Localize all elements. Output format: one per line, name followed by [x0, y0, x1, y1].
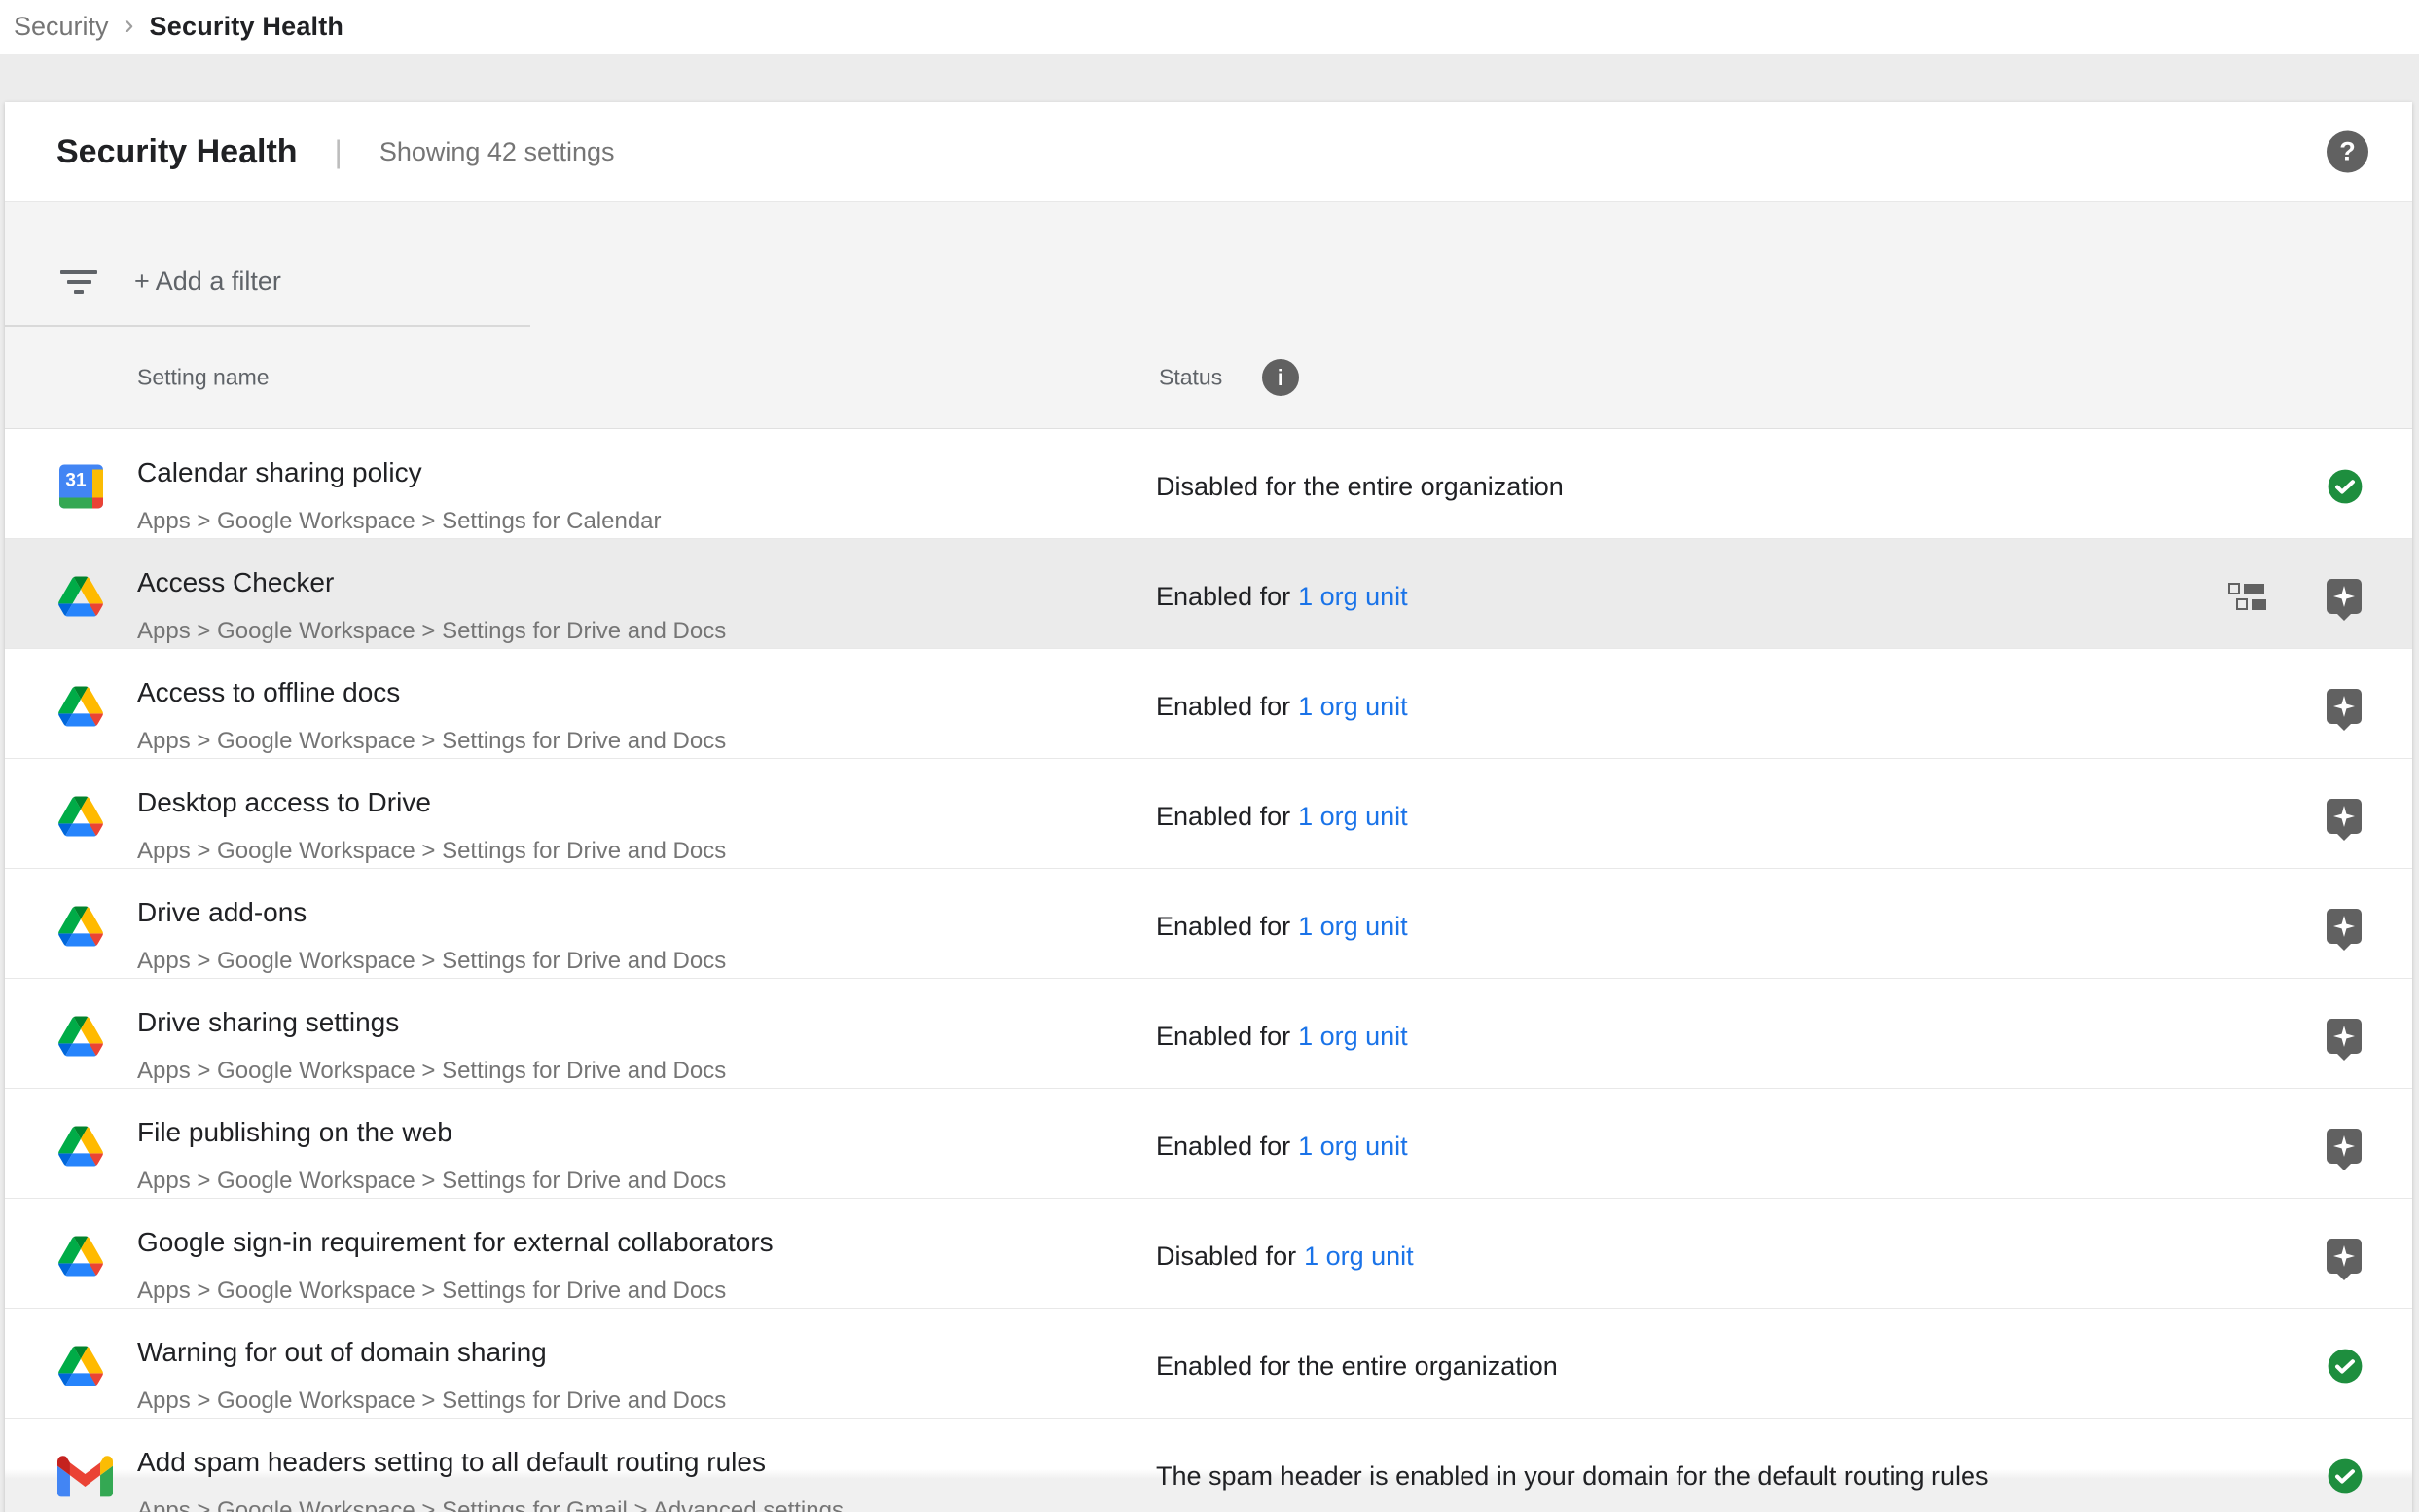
- table-row[interactable]: 31 Drive add-ons Apps > Google Workspace…: [5, 869, 2412, 979]
- status-cell: Disabled for the entire organization: [1156, 470, 1564, 503]
- setting-path: Apps > Google Workspace > Settings for D…: [137, 617, 2412, 646]
- table-row[interactable]: 31 Desktop access to Drive Apps > Google…: [5, 759, 2412, 869]
- google-drive-icon: [58, 907, 103, 947]
- google-drive-icon: [58, 797, 103, 837]
- status-cell: Enabled for 1 org unit: [1156, 580, 1408, 613]
- status-ok-check-icon: [2327, 468, 2364, 505]
- status-text: Enabled for the entire organization: [1156, 1351, 1558, 1381]
- status-ok-check-icon: [2327, 1458, 2364, 1494]
- status-cell: Enabled for 1 org unit: [1156, 1130, 1408, 1163]
- status-cell: Enabled for 1 org unit: [1156, 910, 1408, 943]
- status-text: Enabled for: [1156, 1022, 1290, 1051]
- status-text: Enabled for: [1156, 802, 1290, 831]
- org-unit-link[interactable]: 1 org unit: [1304, 1242, 1414, 1271]
- breadcrumb-security-health: Security Health: [150, 12, 344, 42]
- google-drive-icon: [58, 577, 103, 617]
- setting-path: Apps > Google Workspace > Settings for C…: [137, 507, 2412, 536]
- help-icon[interactable]: ?: [2327, 131, 2368, 173]
- recommendation-badge-icon[interactable]: [2327, 1239, 2362, 1274]
- setting-path: Apps > Google Workspace > Settings for G…: [137, 1496, 2412, 1512]
- recommendation-badge-icon[interactable]: [2327, 689, 2362, 724]
- add-filter-button[interactable]: + Add a filter: [134, 267, 281, 297]
- filter-list-icon[interactable]: [60, 268, 97, 297]
- title-divider: |: [335, 134, 343, 170]
- org-unit-link[interactable]: 1 org unit: [1298, 1022, 1408, 1051]
- status-text: Enabled for: [1156, 1132, 1290, 1161]
- org-unit-level-icon: [2228, 583, 2266, 610]
- recommendation-badge-icon[interactable]: [2327, 909, 2362, 944]
- status-text: Enabled for: [1156, 692, 1290, 721]
- google-calendar-icon: 31: [59, 465, 103, 509]
- table-row[interactable]: 31 Calendar sharing policy Apps > Google…: [5, 429, 2412, 539]
- status-text: The spam header is enabled in your domai…: [1156, 1461, 1989, 1491]
- page-title: Security Health: [56, 133, 298, 171]
- column-status: Status: [1159, 365, 1222, 391]
- status-text: Enabled for: [1156, 912, 1290, 941]
- google-drive-icon: [58, 1017, 103, 1057]
- sparkle-icon: [2333, 1245, 2355, 1267]
- status-text: Disabled for the entire organization: [1156, 472, 1564, 501]
- status-cell: Disabled for 1 org unit: [1156, 1240, 1414, 1273]
- org-unit-link[interactable]: 1 org unit: [1298, 1132, 1408, 1161]
- info-icon[interactable]: i: [1262, 359, 1299, 396]
- google-drive-icon: [58, 1237, 103, 1277]
- setting-path: Apps > Google Workspace > Settings for D…: [137, 947, 2412, 976]
- setting-path: Apps > Google Workspace > Settings for D…: [137, 1057, 2412, 1086]
- card-header: Security Health | Showing 42 settings ?: [5, 102, 2412, 202]
- org-unit-link[interactable]: 1 org unit: [1298, 802, 1408, 831]
- recommendation-badge-icon[interactable]: [2327, 579, 2362, 614]
- table-row[interactable]: 31 Add spam headers setting to all defau…: [5, 1419, 2412, 1512]
- sparkle-icon: [2333, 696, 2355, 717]
- org-unit-link[interactable]: 1 org unit: [1298, 582, 1408, 611]
- breadcrumb: Security › Security Health: [0, 0, 2419, 54]
- table-header: Setting name Status i: [5, 327, 2412, 429]
- status-text: Disabled for: [1156, 1242, 1296, 1271]
- recommendation-badge-icon[interactable]: [2327, 1019, 2362, 1054]
- setting-path: Apps > Google Workspace > Settings for D…: [137, 837, 2412, 866]
- gmail-icon: [57, 1456, 113, 1497]
- security-health-screen: Security › Security Health Security Heal…: [0, 0, 2419, 1512]
- status-cell: Enabled for 1 org unit: [1156, 690, 1408, 723]
- filter-bar: + Add a filter: [5, 202, 2412, 327]
- setting-path: Apps > Google Workspace > Settings for D…: [137, 727, 2412, 756]
- sparkle-icon: [2333, 916, 2355, 937]
- org-unit-link[interactable]: 1 org unit: [1298, 912, 1408, 941]
- table-row[interactable]: 31 Drive sharing settings Apps > Google …: [5, 979, 2412, 1089]
- chevron-right-icon: ›: [125, 9, 134, 42]
- recommendation-badge-icon[interactable]: [2327, 799, 2362, 834]
- sparkle-icon: [2333, 586, 2355, 607]
- table-row[interactable]: 31 File publishing on the web Apps > Goo…: [5, 1089, 2412, 1199]
- org-unit-link[interactable]: 1 org unit: [1298, 692, 1408, 721]
- google-drive-icon: [58, 687, 103, 727]
- table-row[interactable]: 31 Access Checker Apps > Google Workspac…: [5, 539, 2412, 649]
- table-row[interactable]: 31 Access to offline docs Apps > Google …: [5, 649, 2412, 759]
- sparkle-icon: [2333, 806, 2355, 827]
- sparkle-icon: [2333, 1135, 2355, 1157]
- status-cell: Enabled for 1 org unit: [1156, 800, 1408, 833]
- settings-count: Showing 42 settings: [379, 137, 615, 167]
- recommendation-badge-icon[interactable]: [2327, 1129, 2362, 1164]
- column-setting-name: Setting name: [137, 365, 270, 391]
- setting-path: Apps > Google Workspace > Settings for D…: [137, 1167, 2412, 1196]
- security-health-card: Security Health | Showing 42 settings ? …: [5, 102, 2412, 1512]
- status-cell: Enabled for 1 org unit: [1156, 1020, 1408, 1053]
- google-drive-icon: [58, 1347, 103, 1386]
- setting-path: Apps > Google Workspace > Settings for D…: [137, 1277, 2412, 1306]
- status-text: Enabled for: [1156, 582, 1290, 611]
- rows: 31 Calendar sharing policy Apps > Google…: [5, 429, 2412, 1512]
- status-cell: Enabled for the entire organization: [1156, 1350, 1558, 1383]
- breadcrumb-security[interactable]: Security: [14, 12, 109, 42]
- table-row[interactable]: 31 Google sign-in requirement for extern…: [5, 1199, 2412, 1309]
- google-drive-icon: [58, 1127, 103, 1167]
- status-cell: The spam header is enabled in your domai…: [1156, 1459, 1989, 1493]
- table-row[interactable]: 31 Warning for out of domain sharing App…: [5, 1309, 2412, 1419]
- status-ok-check-icon: [2327, 1348, 2364, 1385]
- sparkle-icon: [2333, 1026, 2355, 1047]
- setting-path: Apps > Google Workspace > Settings for D…: [137, 1386, 2412, 1416]
